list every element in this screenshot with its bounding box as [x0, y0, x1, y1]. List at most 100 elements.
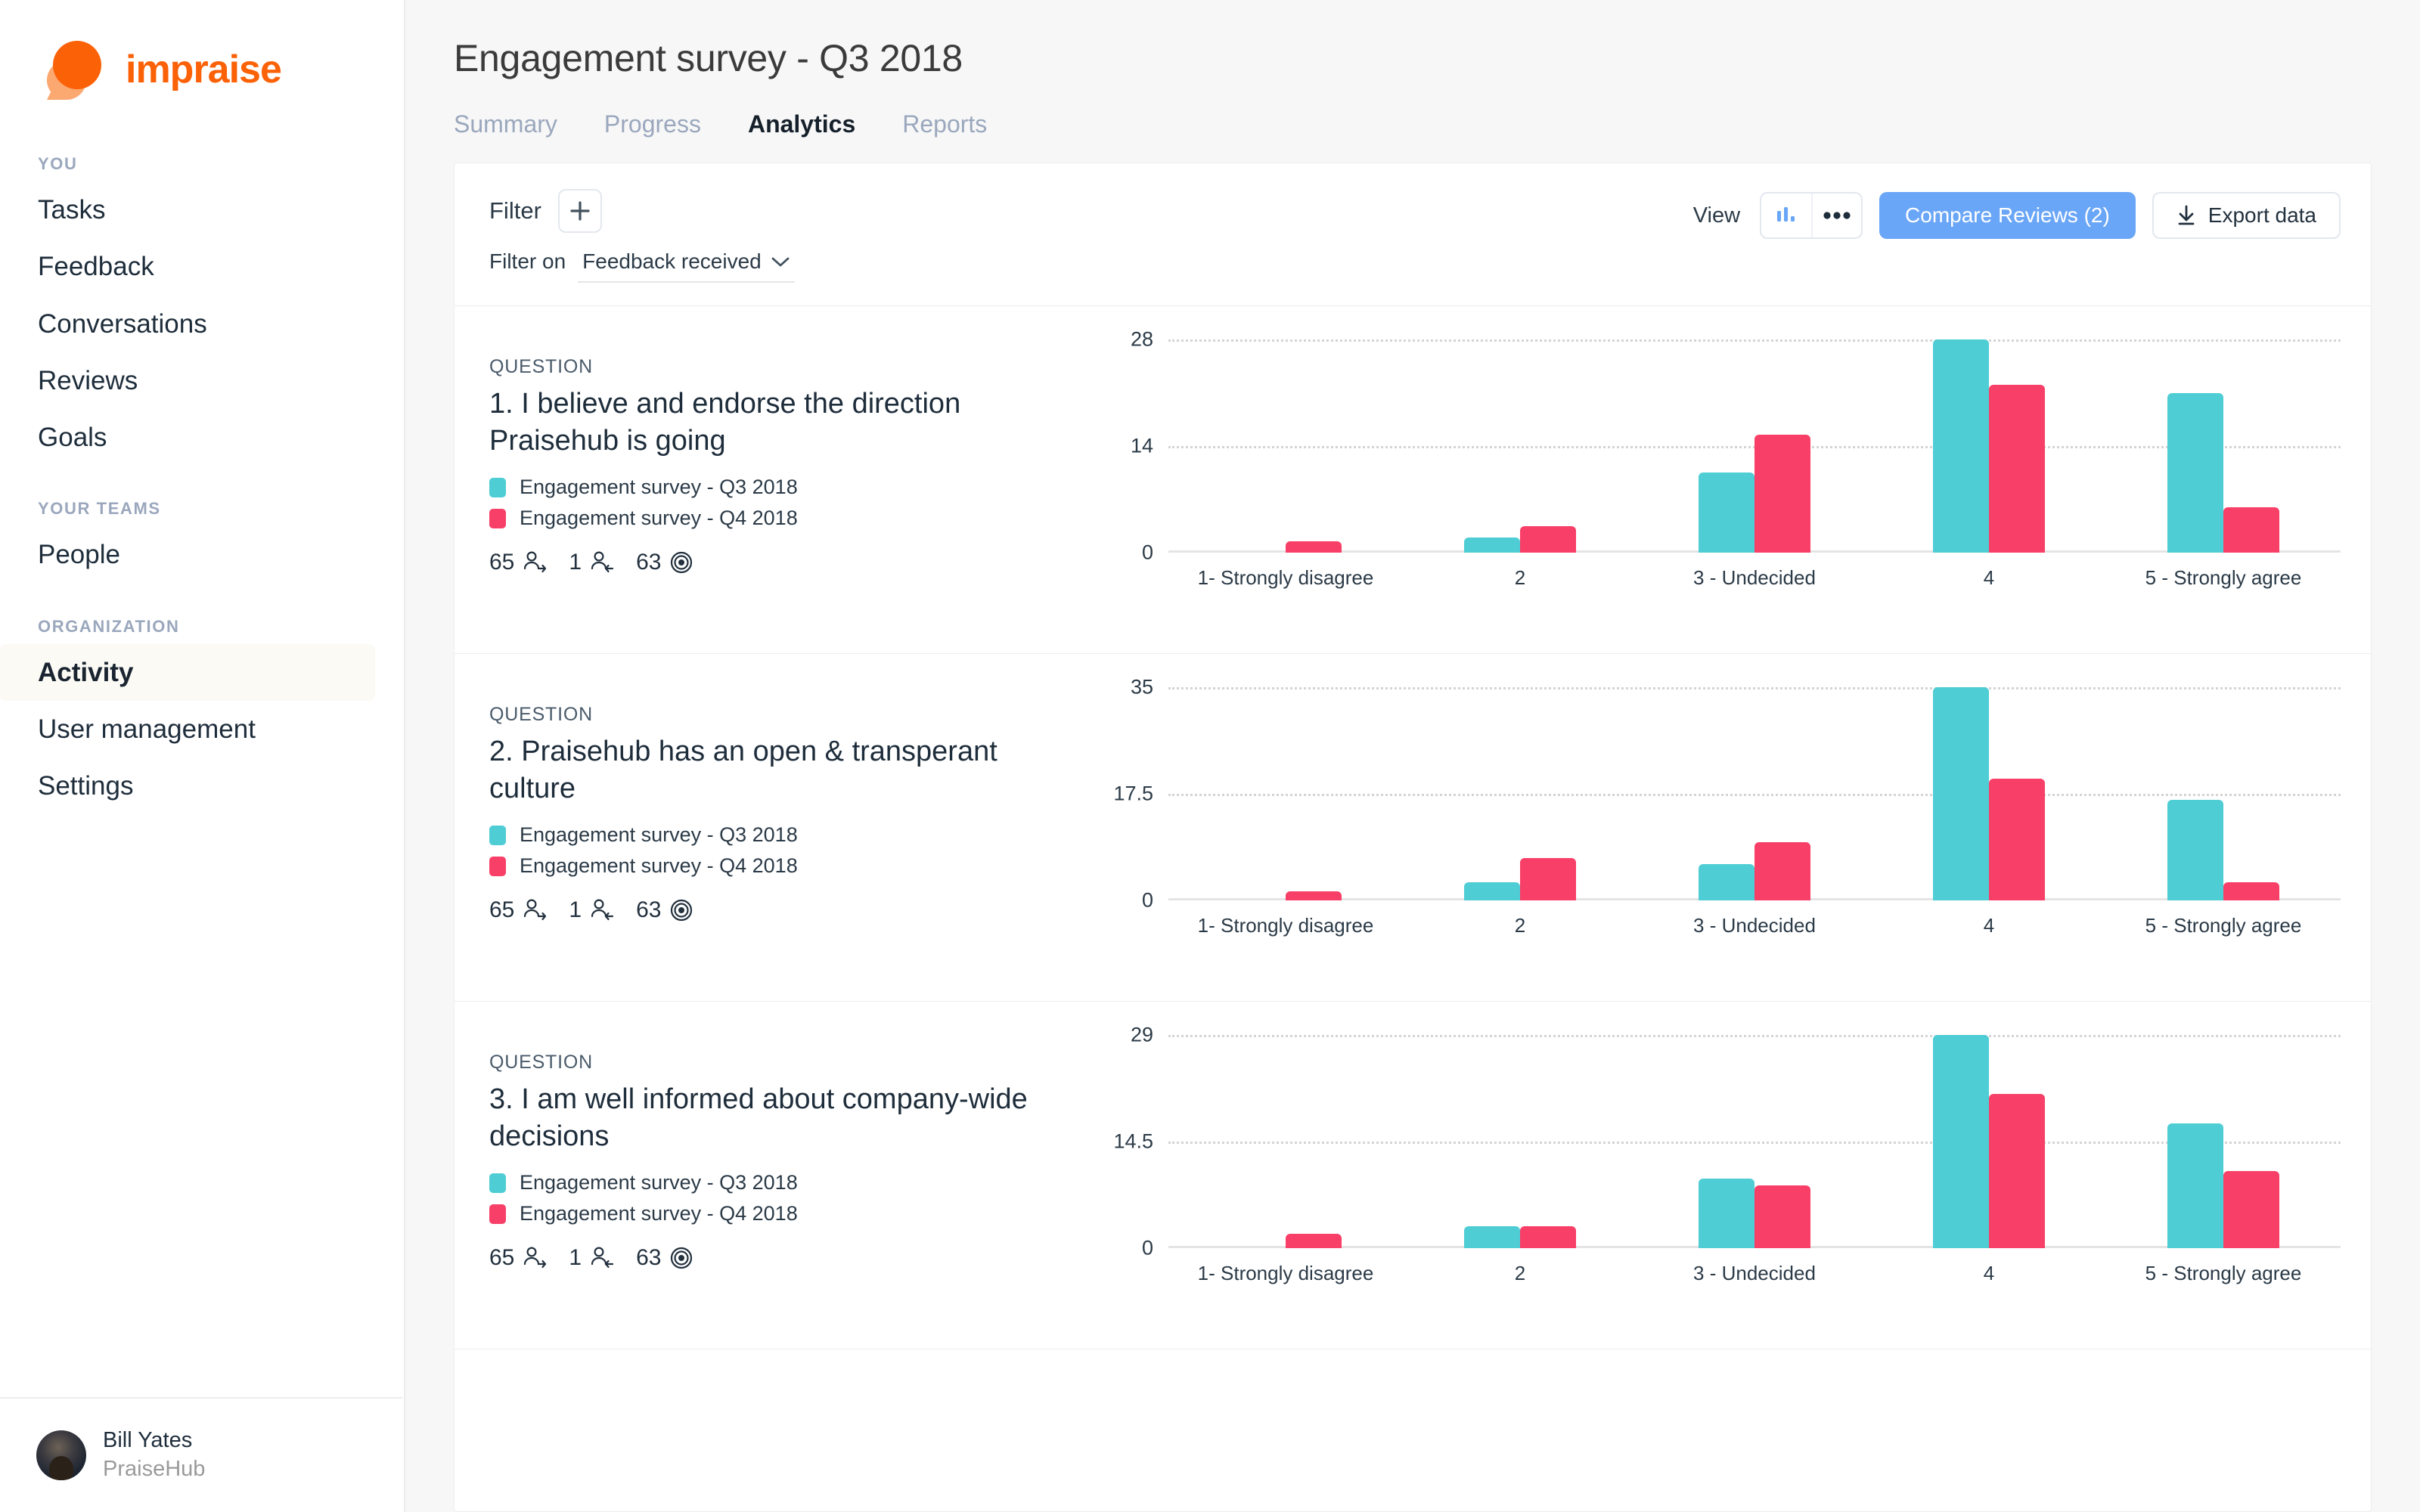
sidebar-item-user-management[interactable]: User management: [0, 701, 375, 758]
sidebar-item-settings[interactable]: Settings: [0, 758, 375, 814]
bar-q4[interactable]: [1989, 385, 2045, 553]
filter-on-label: Filter on: [489, 249, 566, 273]
bar-q3[interactable]: [1464, 537, 1520, 553]
export-data-button[interactable]: Export data: [2152, 192, 2341, 239]
sidebar-section-label-organization: ORGANIZATION: [38, 616, 180, 636]
bar-q4[interactable]: [1520, 857, 1576, 900]
sidebar-item-activity[interactable]: Activity: [0, 643, 375, 701]
target-icon: [671, 900, 693, 922]
plot-area: [1168, 339, 2341, 553]
y-axis: 35 17.5 0: [1090, 676, 1153, 912]
sidebar-item-feedback[interactable]: Feedback: [0, 238, 375, 295]
bar-group: [1403, 1035, 1637, 1248]
person-arrow-left-icon: [591, 899, 614, 921]
stat-received-value: 1: [569, 550, 582, 575]
legend-label: Engagement survey - Q3 2018: [520, 476, 798, 499]
bar-q4[interactable]: [1989, 778, 2045, 900]
y-tick-label: 14.5: [1113, 1129, 1153, 1153]
tab-progress[interactable]: Progress: [604, 110, 701, 143]
bar-group: [1168, 687, 1403, 900]
bar-groups: [1168, 339, 2341, 553]
stat-received: 1: [569, 897, 615, 923]
stat-target: 63: [636, 1245, 694, 1271]
bar-q3[interactable]: [2167, 800, 2223, 900]
bar-q3[interactable]: [1933, 687, 1989, 900]
stat-target: 63: [636, 897, 694, 923]
sidebar-item-reviews[interactable]: Reviews: [0, 352, 375, 409]
bar-q4[interactable]: [1520, 525, 1576, 553]
x-tick-label: 3 - Undecided: [1693, 566, 1816, 589]
tab-summary[interactable]: Summary: [454, 110, 557, 143]
sidebar-group-you: YOU Tasks Feedback Conversations Reviews…: [0, 154, 404, 466]
sidebar-group-your-teams: YOUR TEAMS People: [0, 499, 404, 583]
person-arrow-left-icon: [591, 551, 614, 573]
bar-q3[interactable]: [1464, 881, 1520, 900]
filter-zone: Filter Filter on Feedback received: [489, 189, 795, 283]
bar-chart-icon: [1777, 207, 1795, 222]
bar-group: [1168, 1035, 1403, 1248]
sidebar-item-people[interactable]: People: [0, 526, 375, 583]
sidebar-item-goals[interactable]: Goals: [0, 409, 375, 466]
bar-q4[interactable]: [2223, 507, 2279, 553]
bar-q4[interactable]: [2223, 881, 2279, 900]
bar-q4[interactable]: [1754, 842, 1810, 900]
legend-item: Engagement survey - Q4 2018: [489, 854, 1060, 878]
sidebar-item-conversations[interactable]: Conversations: [0, 296, 375, 352]
tab-analytics[interactable]: Analytics: [748, 110, 855, 143]
main-content: Engagement survey - Q3 2018 Summary Prog…: [405, 0, 2420, 1512]
bar-q4[interactable]: [1520, 1225, 1576, 1248]
bar-q3[interactable]: [1699, 863, 1754, 900]
bar-q4[interactable]: [2223, 1170, 2279, 1248]
page-title: Engagement survey - Q3 2018: [454, 37, 963, 79]
tab-reports[interactable]: Reports: [902, 110, 987, 143]
analytics-toolbar: Filter Filter on Feedback received View …: [455, 163, 2371, 306]
x-tick-label: 1- Strongly disagree: [1197, 1262, 1374, 1284]
legend-label: Engagement survey - Q4 2018: [520, 854, 798, 878]
add-filter-button[interactable]: [557, 189, 602, 233]
bar-q3[interactable]: [1933, 1035, 1989, 1248]
y-axis: 28 14 0: [1090, 328, 1153, 564]
filter-on-value: Feedback received: [582, 249, 762, 273]
bar-q3[interactable]: [1933, 339, 1989, 553]
bar-q4[interactable]: [1286, 541, 1342, 553]
x-tick-label: 2: [1514, 566, 1526, 589]
sidebar-section-label-you: YOU: [38, 154, 78, 173]
plot-area: [1168, 1035, 2341, 1248]
export-data-label: Export data: [2207, 203, 2316, 227]
sidebar-section-label-your-teams: YOUR TEAMS: [38, 499, 161, 519]
bar-q3[interactable]: [1699, 472, 1754, 553]
y-tick-label: 14: [1130, 434, 1153, 457]
question-row: QUESTION 2. Praisehub has an open & tran…: [455, 654, 2371, 1002]
compare-reviews-button[interactable]: Compare Reviews (2): [1879, 192, 2136, 239]
bar-q4[interactable]: [1989, 1093, 2045, 1248]
bar-q3[interactable]: [1699, 1178, 1754, 1248]
view-toggle: [1760, 192, 1863, 239]
x-tick-label: 2: [1514, 914, 1526, 937]
bar-q3[interactable]: [1464, 1225, 1520, 1248]
bar-q4[interactable]: [1286, 1233, 1342, 1248]
avatar: [36, 1430, 86, 1480]
filter-on-select[interactable]: Feedback received: [578, 249, 795, 283]
x-tick-label: 1- Strongly disagree: [1197, 566, 1374, 589]
sidebar-user-profile[interactable]: Bill Yates PraiseHub: [0, 1397, 402, 1512]
view-option-bar-chart[interactable]: [1761, 194, 1811, 237]
brand-logo[interactable]: impraise: [0, 0, 404, 106]
bar-q4[interactable]: [1286, 891, 1342, 900]
bar-group: [1637, 1035, 1872, 1248]
legend-swatch-q3: [489, 825, 506, 845]
target-icon: [671, 1247, 693, 1269]
chevron-down-icon: [771, 257, 790, 267]
bar-q4[interactable]: [1754, 434, 1810, 553]
sidebar-item-tasks[interactable]: Tasks: [0, 181, 375, 238]
view-option-list[interactable]: [1811, 194, 1861, 237]
question-list: QUESTION 1. I believe and endorse the di…: [455, 306, 2371, 1511]
question-info: QUESTION 3. I am well informed about com…: [455, 1002, 1090, 1349]
view-zone: View Compare Reviews (2) Export data: [1693, 189, 2341, 239]
bar-q3[interactable]: [2167, 392, 2223, 553]
stat-received: 1: [569, 550, 615, 575]
question-title: 1. I believe and endorse the direction P…: [489, 388, 961, 457]
bar-q3[interactable]: [2167, 1123, 2223, 1248]
bar-q4[interactable]: [1754, 1185, 1810, 1248]
bar-groups: [1168, 687, 2341, 900]
stat-sent: 65: [489, 1245, 548, 1271]
